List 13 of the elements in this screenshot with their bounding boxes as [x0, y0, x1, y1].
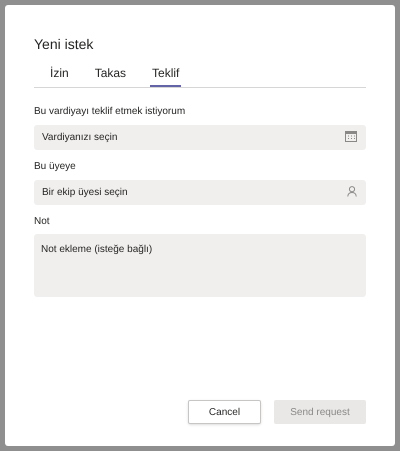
field-label: Not — [34, 215, 51, 229]
tab[interactable]: Takas — [92, 64, 128, 87]
member-picker[interactable]: Bir ekip üyesi seçin — [34, 180, 366, 205]
cancel-button[interactable]: Cancel — [188, 400, 261, 424]
tab[interactable]: Teklif — [150, 64, 182, 87]
dialog-title: Yeni istek — [34, 35, 94, 53]
tab[interactable]: İzin — [48, 64, 71, 87]
shift-picker[interactable]: Vardiyanızı seçin — [34, 125, 366, 150]
note-field[interactable]: Not ekleme (isteğe bağlı) — [34, 234, 366, 297]
field-label: Bu üyeye — [34, 160, 77, 174]
person-icon — [347, 186, 357, 197]
field-label: Bu vardiyayı teklif etmek istiyorum — [34, 105, 186, 119]
calendar-icon — [345, 131, 357, 142]
